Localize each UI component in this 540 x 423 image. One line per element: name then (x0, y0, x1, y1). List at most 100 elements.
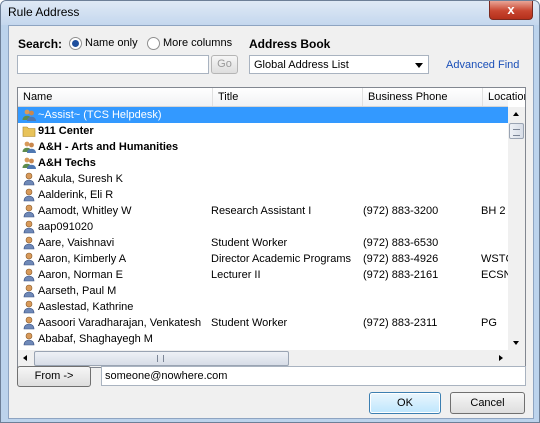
list-item[interactable]: ~Assist~ (TCS Helpdesk) (18, 107, 508, 123)
list-item[interactable]: 911 Center (18, 123, 508, 139)
horizontal-scroll-thumb[interactable] (34, 351, 289, 366)
list-item[interactable]: Aasoori Varadharajan, Venkatesh Student W… (18, 315, 508, 331)
more-columns-radio[interactable] (147, 37, 160, 50)
location-cell: ECSN (481, 269, 508, 281)
chevron-down-icon (415, 63, 423, 68)
title-bar[interactable]: Rule Address x (1, 1, 539, 25)
title-cell: Director Academic Programs (211, 253, 351, 265)
arrow-up-icon (513, 112, 519, 116)
phone-cell (363, 155, 477, 171)
go-button[interactable]: Go (211, 55, 238, 74)
phone-cell (363, 123, 477, 139)
list-item[interactable]: Aaslestad, Kathrine (18, 299, 508, 315)
group-icon (22, 140, 36, 154)
vertical-scroll-thumb[interactable] (509, 123, 524, 139)
scroll-right-button[interactable] (493, 351, 508, 366)
from-field[interactable] (101, 366, 526, 386)
horizontal-scrollbar[interactable] (18, 350, 508, 367)
contact-icon (22, 172, 36, 186)
phone-cell: (972) 883-2161 (363, 269, 439, 281)
title-cell (211, 139, 359, 155)
list-rows: ~Assist~ (TCS Helpdesk) 911 Center A&H - A… (18, 107, 508, 351)
address-book-select[interactable]: Global Address List (249, 55, 429, 74)
list-item[interactable]: Aare, Vaishnavi Student Worker (972) 883-6… (18, 235, 508, 251)
location-cell: BH 2 (481, 205, 506, 217)
list-item[interactable]: A&H - Arts and Humanities (18, 139, 508, 155)
list-item[interactable]: Aarseth, Paul M (18, 283, 508, 299)
name-cell: Aaslestad, Kathrine (38, 301, 134, 313)
address-list[interactable]: Name Title Business Phone Location ~Assi… (17, 87, 526, 368)
ok-button[interactable]: OK (369, 392, 441, 414)
location-cell (481, 235, 508, 251)
location-cell: WSTC (481, 253, 508, 265)
phone-cell (363, 171, 477, 187)
column-header-title[interactable]: Title (213, 88, 363, 106)
phone-cell: (972) 883-6530 (363, 237, 439, 249)
list-item[interactable]: Aamodt, Whitley W Research Assistant I (97… (18, 203, 508, 219)
phone-cell: (972) 883-3200 (363, 205, 439, 217)
folder-icon (22, 124, 36, 138)
advanced-find-link[interactable]: Advanced Find (446, 59, 519, 71)
address-book-value: Global Address List (254, 59, 349, 71)
list-item[interactable]: Aaron, Kimberly A Director Academic Progr… (18, 251, 508, 267)
contact-icon (22, 252, 36, 266)
column-header-name[interactable]: Name (18, 88, 213, 106)
name-cell: Aaron, Kimberly A (38, 253, 127, 265)
name-only-label[interactable]: Name only (85, 37, 138, 49)
arrow-left-icon (23, 355, 27, 361)
scroll-down-button[interactable] (509, 336, 524, 351)
title-cell (211, 299, 359, 315)
search-label: Search: (18, 37, 63, 51)
list-item[interactable]: Ababaf, Shaghayegh M (18, 331, 508, 347)
close-icon: x (507, 2, 515, 17)
cancel-button[interactable]: Cancel (450, 392, 525, 414)
address-book-label: Address Book (249, 37, 331, 51)
list-item[interactable]: Aalderink, Eli R (18, 187, 508, 203)
phone-cell (363, 107, 477, 123)
close-button[interactable]: x (489, 1, 533, 20)
location-cell (481, 219, 508, 235)
list-item[interactable]: Aakula, Suresh K (18, 171, 508, 187)
name-cell: A&H Techs (38, 157, 96, 169)
location-cell (481, 283, 508, 299)
location-cell (481, 299, 508, 315)
grip-icon (513, 129, 520, 136)
more-columns-label[interactable]: More columns (163, 37, 232, 49)
list-item[interactable]: A&H Techs (18, 155, 508, 171)
search-input[interactable] (17, 55, 209, 74)
scroll-left-button[interactable] (18, 351, 33, 366)
title-cell (211, 171, 359, 187)
location-cell (481, 187, 508, 203)
vertical-scrollbar[interactable] (508, 107, 525, 351)
contact-icon (22, 332, 36, 346)
title-cell (211, 283, 359, 299)
contact-icon (22, 236, 36, 250)
from-button[interactable]: From -> (17, 366, 91, 387)
name-cell: Aakula, Suresh K (38, 173, 123, 185)
title-cell (211, 107, 359, 123)
title-cell (211, 331, 359, 347)
name-cell: aap091020 (38, 221, 94, 233)
arrow-right-icon (499, 355, 503, 361)
column-header-business-phone[interactable]: Business Phone (363, 88, 483, 106)
phone-cell (363, 219, 477, 235)
column-header-location[interactable]: Location (483, 88, 525, 106)
grip-icon (157, 355, 164, 362)
rule-address-dialog: Rule Address x Search: Name only More co… (0, 0, 540, 423)
title-cell: Research Assistant I (211, 205, 312, 217)
name-only-radio[interactable] (69, 37, 82, 50)
title-cell (211, 187, 359, 203)
contact-icon (22, 220, 36, 234)
phone-cell (363, 283, 477, 299)
phone-cell: (972) 883-2311 (363, 317, 438, 329)
scroll-corner (508, 350, 525, 367)
contact-icon (22, 204, 36, 218)
scroll-up-button[interactable] (509, 107, 524, 122)
name-cell: Aalderink, Eli R (38, 189, 114, 201)
name-cell: Aarseth, Paul M (38, 285, 117, 297)
location-cell (481, 331, 508, 347)
list-item[interactable]: Aaron, Norman E Lecturer II (972) 883-2161… (18, 267, 508, 283)
arrow-down-icon (513, 341, 519, 345)
list-item[interactable]: aap091020 (18, 219, 508, 235)
name-cell: A&H - Arts and Humanities (38, 141, 179, 153)
